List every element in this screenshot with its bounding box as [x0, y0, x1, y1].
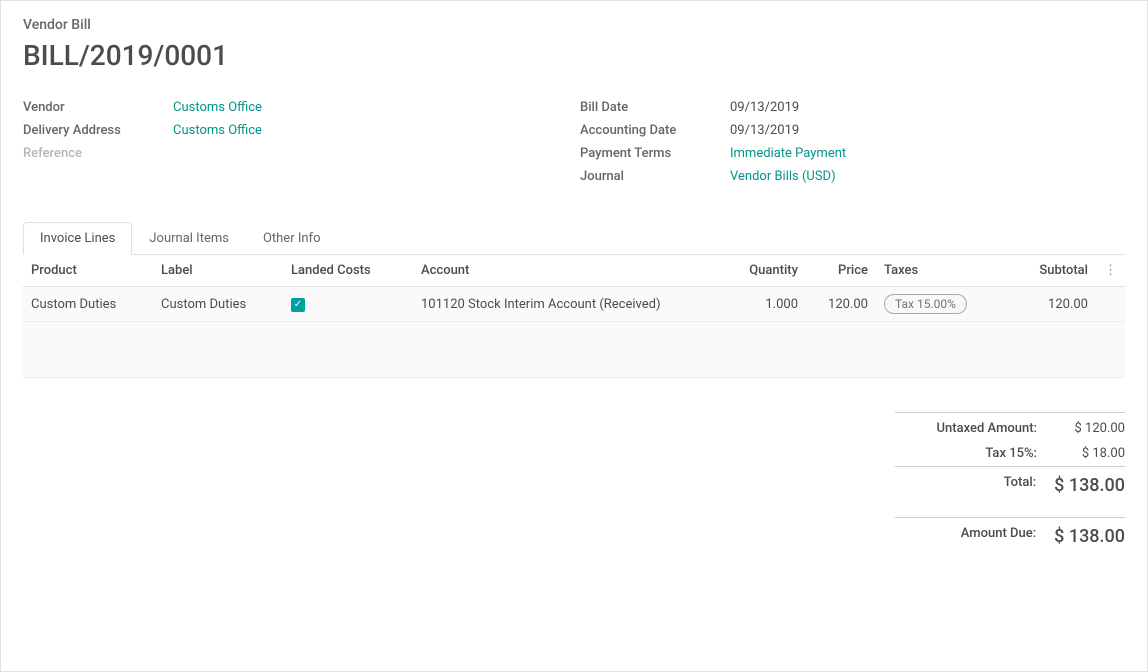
total-row: Total: $ 138.00 — [895, 466, 1125, 501]
tab-invoice-lines[interactable]: Invoice Lines — [23, 222, 132, 255]
amount-due-row: Amount Due: $ 138.00 — [895, 517, 1125, 552]
accounting-date-field: Accounting Date 09/13/2019 — [580, 123, 1125, 138]
bill-date-field: Bill Date 09/13/2019 — [580, 100, 1125, 115]
checkbox-checked-icon[interactable]: ✓ — [291, 298, 305, 312]
amount-due-value: $ 138.00 — [1054, 526, 1125, 547]
journal-value[interactable]: Vendor Bills (USD) — [730, 169, 836, 184]
document-type-label: Vendor Bill — [23, 17, 1125, 33]
tab-other-info[interactable]: Other Info — [246, 222, 338, 255]
table-row[interactable]: Custom Duties Custom Duties ✓ 101120 Sto… — [23, 287, 1125, 322]
untaxed-amount-label: Untaxed Amount: — [895, 421, 1037, 436]
vendor-bill-form: Vendor Bill BILL/2019/0001 Vendor Custom… — [0, 0, 1148, 672]
col-quantity: Quantity — [711, 255, 806, 287]
cell-price: 120.00 — [806, 287, 876, 322]
right-fields: Bill Date 09/13/2019 Accounting Date 09/… — [580, 100, 1125, 192]
tab-journal-items[interactable]: Journal Items — [132, 222, 246, 255]
col-label: Label — [153, 255, 283, 287]
untaxed-amount-row: Untaxed Amount: $ 120.00 — [895, 412, 1125, 441]
empty-lines-area[interactable] — [23, 322, 1125, 378]
delivery-address-label: Delivery Address — [23, 123, 173, 138]
tax-row: Tax 15%: $ 18.00 — [895, 441, 1125, 466]
payment-terms-label: Payment Terms — [580, 146, 730, 161]
tax-tag[interactable]: Tax 15.00% — [884, 294, 967, 314]
vendor-label: Vendor — [23, 100, 173, 115]
cell-taxes: Tax 15.00% — [876, 287, 1016, 322]
document-number: BILL/2019/0001 — [23, 39, 1125, 72]
tax-label: Tax 15%: — [895, 446, 1037, 461]
vendor-field: Vendor Customs Office — [23, 100, 568, 115]
invoice-lines-table: Product Label Landed Costs Account Quant… — [23, 255, 1125, 322]
col-product: Product — [23, 255, 153, 287]
totals-panel: Untaxed Amount: $ 120.00 Tax 15%: $ 18.0… — [895, 412, 1125, 552]
accounting-date-value[interactable]: 09/13/2019 — [730, 123, 799, 138]
reference-label: Reference — [23, 146, 173, 161]
delivery-address-value[interactable]: Customs Office — [173, 123, 262, 138]
total-label: Total: — [895, 475, 1036, 496]
reference-field: Reference — [23, 146, 568, 161]
accounting-date-label: Accounting Date — [580, 123, 730, 138]
col-account: Account — [413, 255, 711, 287]
col-landed-costs: Landed Costs — [283, 255, 413, 287]
kebab-icon — [1104, 263, 1117, 278]
cell-subtotal: 120.00 — [1016, 287, 1096, 322]
vendor-value[interactable]: Customs Office — [173, 100, 262, 115]
header-fields: Vendor Customs Office Delivery Address C… — [23, 100, 1125, 192]
journal-label: Journal — [580, 169, 730, 184]
untaxed-amount-value: $ 120.00 — [1055, 421, 1125, 436]
amount-due-label: Amount Due: — [895, 526, 1036, 547]
total-value: $ 138.00 — [1054, 475, 1125, 496]
bill-date-label: Bill Date — [580, 100, 730, 115]
col-price: Price — [806, 255, 876, 287]
cell-account: 101120 Stock Interim Account (Received) — [413, 287, 711, 322]
table-header-row: Product Label Landed Costs Account Quant… — [23, 255, 1125, 287]
cell-landed-costs: ✓ — [283, 287, 413, 322]
col-subtotal: Subtotal — [1016, 255, 1096, 287]
col-taxes: Taxes — [876, 255, 1016, 287]
col-options[interactable] — [1096, 255, 1125, 287]
journal-field: Journal Vendor Bills (USD) — [580, 169, 1125, 184]
payment-terms-value[interactable]: Immediate Payment — [730, 146, 846, 161]
bill-date-value[interactable]: 09/13/2019 — [730, 100, 799, 115]
payment-terms-field: Payment Terms Immediate Payment — [580, 146, 1125, 161]
delivery-address-field: Delivery Address Customs Office — [23, 123, 568, 138]
cell-quantity: 1.000 — [711, 287, 806, 322]
cell-label: Custom Duties — [153, 287, 283, 322]
tax-value: $ 18.00 — [1055, 446, 1125, 461]
tabs: Invoice Lines Journal Items Other Info — [23, 222, 1125, 255]
left-fields: Vendor Customs Office Delivery Address C… — [23, 100, 568, 192]
cell-product: Custom Duties — [23, 287, 153, 322]
